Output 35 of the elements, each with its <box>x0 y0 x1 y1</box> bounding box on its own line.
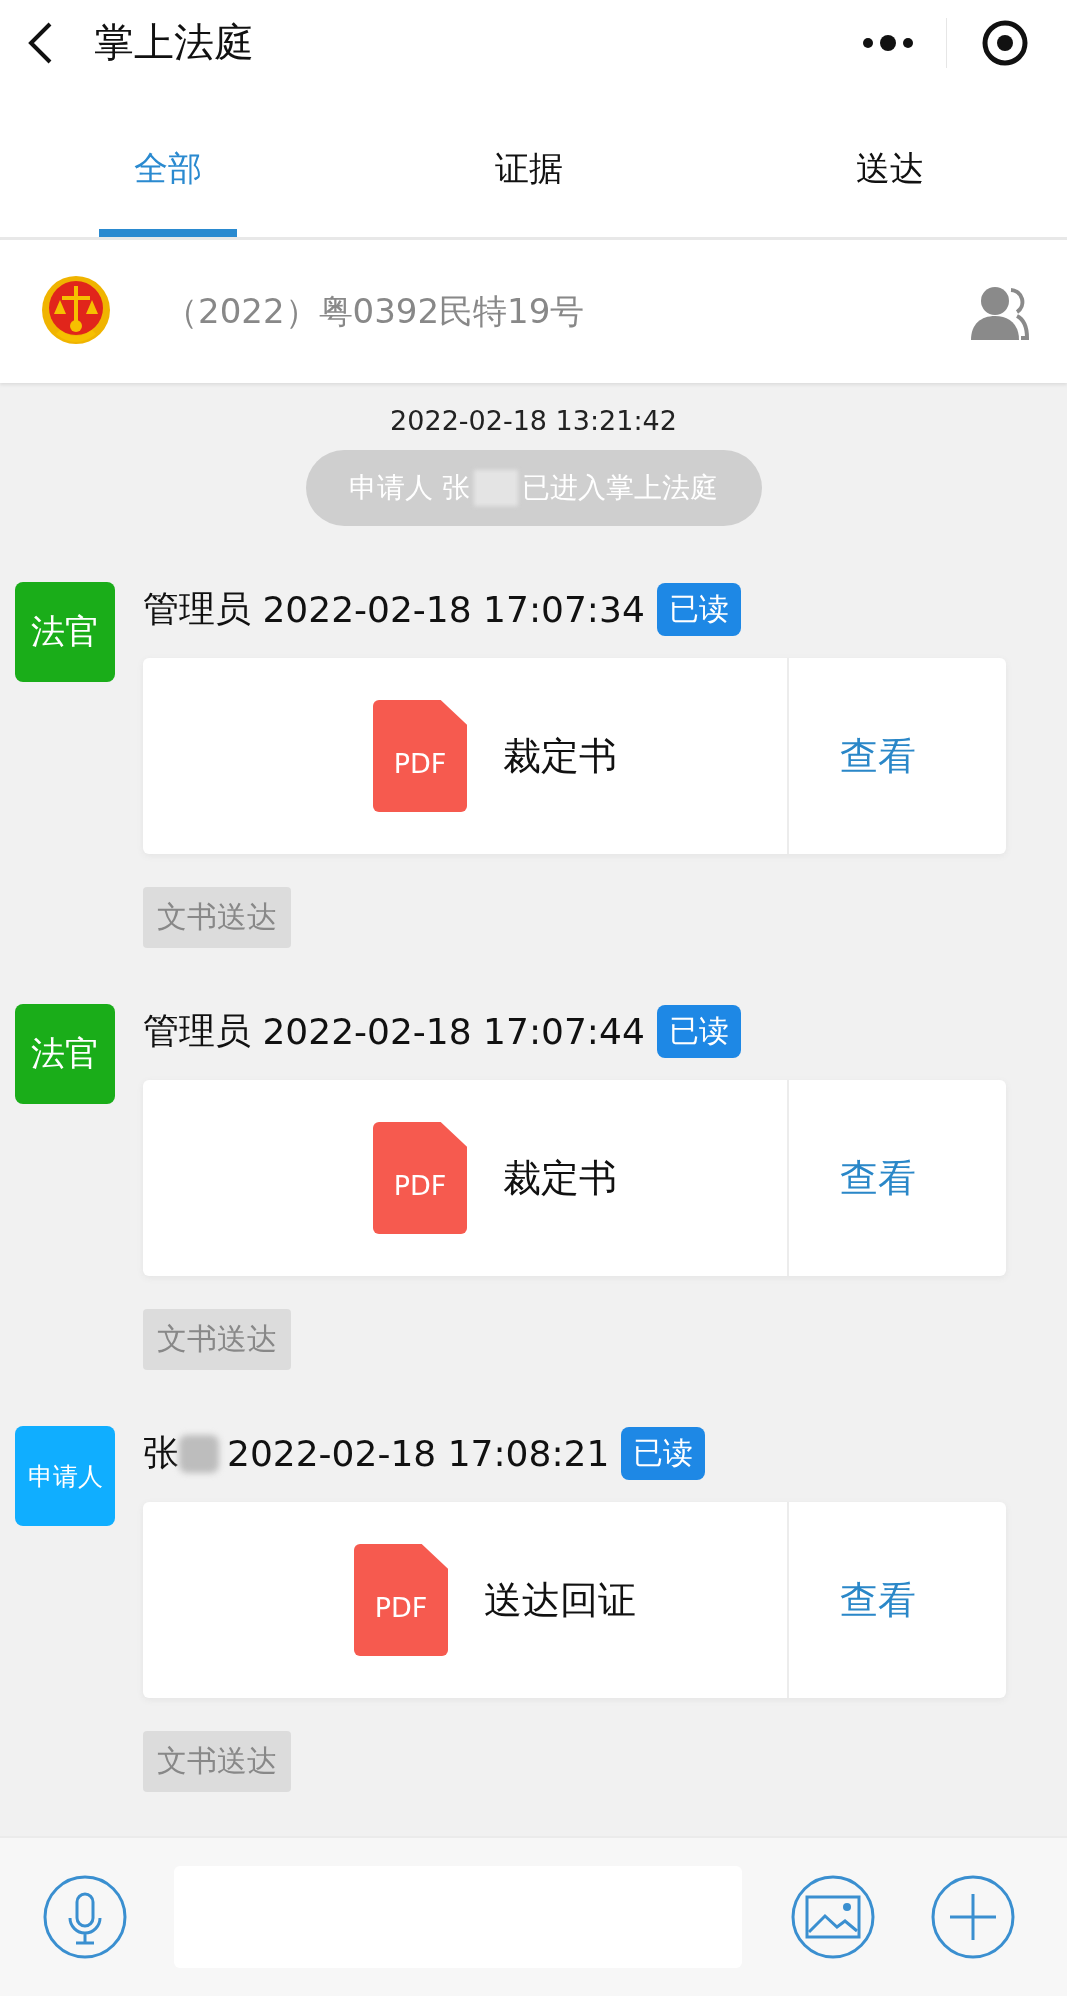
sender-name: 管理员 <box>143 1009 251 1053</box>
message-tag: 文书送达 <box>143 1309 291 1370</box>
read-status: 已读 <box>656 1005 741 1058</box>
read-status: 已读 <box>656 583 741 636</box>
message-tag: 文书送达 <box>143 1731 291 1792</box>
target-icon[interactable] <box>981 18 1029 67</box>
page-title: 掌上法庭 <box>94 18 255 67</box>
pdf-icon: PDF <box>354 1544 448 1656</box>
file-name: 裁定书 <box>503 732 617 780</box>
file-name: 裁定书 <box>503 1154 617 1202</box>
view-link[interactable]: 查看 <box>789 730 1006 782</box>
pdf-icon: PDF <box>373 700 467 812</box>
back-icon[interactable] <box>26 20 54 65</box>
file-name: 送达回证 <box>484 1576 636 1624</box>
pdf-icon: PDF <box>373 1122 467 1234</box>
view-link[interactable]: 查看 <box>789 1574 1006 1626</box>
tab[interactable]: 送达 <box>821 85 959 237</box>
role-avatar: 申请人 <box>15 1426 115 1526</box>
tab[interactable]: 证据 <box>460 85 598 237</box>
system-time: 2022-02-18 13:21:42 <box>390 405 677 436</box>
role-avatar: 法官 <box>15 582 115 682</box>
microphone-icon[interactable] <box>42 1874 128 1960</box>
image-icon[interactable] <box>790 1874 876 1960</box>
message-time: 2022-02-18 17:07:44 <box>262 1011 645 1052</box>
message-tag: 文书送达 <box>143 887 291 948</box>
role-avatar: 法官 <box>15 1004 115 1104</box>
message-time: 2022-02-18 17:07:34 <box>262 589 645 630</box>
plus-icon[interactable] <box>930 1874 1016 1960</box>
sender-name: 张 <box>143 1431 179 1475</box>
more-icon[interactable] <box>862 34 914 51</box>
sender-name: 管理员 <box>143 587 251 631</box>
case-number: （2022）粤0392民特19号 <box>164 289 586 333</box>
view-link[interactable]: 查看 <box>789 1152 1006 1204</box>
read-status: 已读 <box>621 1427 706 1480</box>
message-time: 2022-02-18 17:08:21 <box>227 1433 610 1474</box>
